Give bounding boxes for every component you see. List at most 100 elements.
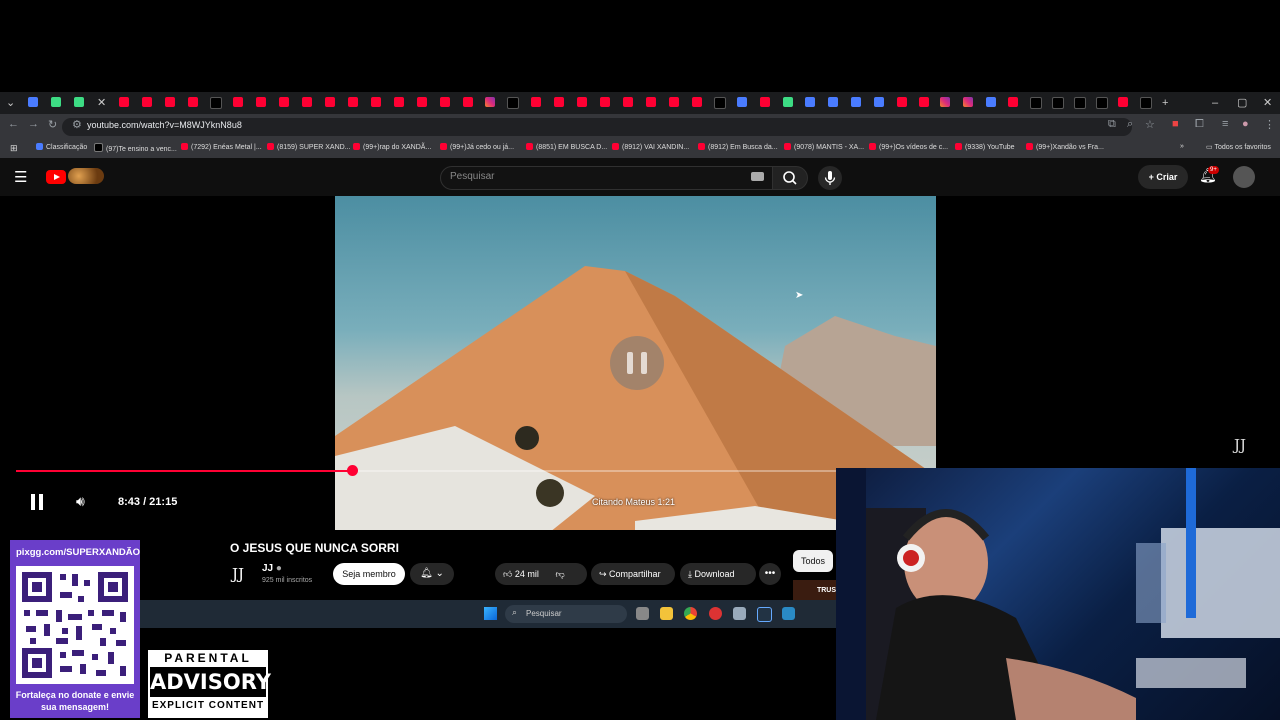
keyboard-icon[interactable] <box>751 172 764 181</box>
bookmark-item[interactable]: (8159) SUPER XAND... <box>267 143 351 151</box>
pause-button[interactable] <box>30 494 44 510</box>
download-button[interactable]: ⤓ Download <box>680 563 756 585</box>
center-pause-button[interactable] <box>610 336 664 390</box>
tab[interactable] <box>142 97 152 107</box>
join-button[interactable]: Seja membro <box>333 563 405 585</box>
tab[interactable] <box>692 97 702 107</box>
voice-search-button[interactable] <box>818 166 842 190</box>
bookmark-item[interactable]: (99+)rap do XANDÃ... <box>353 143 431 151</box>
bookmark-item[interactable]: (99+)Já cedo ou já... <box>440 143 514 151</box>
task-view-icon[interactable] <box>636 607 649 620</box>
tab[interactable] <box>1052 97 1064 109</box>
tab[interactable] <box>986 97 996 107</box>
app-icon[interactable] <box>782 607 795 620</box>
tab[interactable] <box>940 97 950 107</box>
hamburger-menu-icon[interactable]: ☰ <box>14 168 27 186</box>
bookmarks-overflow-icon[interactable]: » <box>1180 143 1184 150</box>
tab[interactable] <box>1140 97 1152 109</box>
tab[interactable] <box>463 97 473 107</box>
tab[interactable] <box>1118 97 1128 107</box>
tab[interactable] <box>507 97 519 109</box>
media-icon[interactable]: ≡ <box>1222 118 1228 130</box>
tab[interactable] <box>531 97 541 107</box>
tab[interactable] <box>554 97 564 107</box>
bookmark-item[interactable]: (97)Te ensino a venc... <box>94 143 177 153</box>
bookmark-item[interactable]: (8912) Em Busca da... <box>698 143 778 151</box>
browser-menu-icon[interactable]: ⋮ <box>1264 118 1275 131</box>
tab[interactable] <box>714 97 726 109</box>
reload-icon[interactable]: ↻ <box>48 118 57 131</box>
tab[interactable] <box>805 97 815 107</box>
install-icon[interactable]: ⧉ <box>1108 118 1116 131</box>
tab[interactable] <box>963 97 973 107</box>
channel-avatar[interactable]: JJ <box>232 565 244 583</box>
extensions-puzzle-icon[interactable]: ⧠ <box>1195 118 1204 131</box>
tab[interactable] <box>348 97 358 107</box>
tab[interactable] <box>600 97 610 107</box>
zoom-icon[interactable]: ⌕ <box>1127 118 1133 131</box>
tab[interactable] <box>1008 97 1018 107</box>
extension-icon[interactable]: ■ <box>1172 118 1179 130</box>
tab[interactable] <box>165 97 175 107</box>
tab[interactable] <box>897 97 907 107</box>
tab[interactable] <box>646 97 656 107</box>
tab[interactable] <box>828 97 838 107</box>
like-count[interactable]: 24 mil <box>515 569 539 579</box>
volume-icon[interactable]: 🔊︎ <box>76 493 85 510</box>
share-button[interactable]: ↪ Compartilhar <box>591 563 675 585</box>
file-explorer-icon[interactable] <box>660 607 673 620</box>
tab[interactable] <box>737 97 747 107</box>
tab[interactable] <box>233 97 243 107</box>
site-info-icon[interactable]: ⚙ <box>72 118 82 131</box>
windows-start-icon[interactable] <box>484 607 497 620</box>
maximize-icon[interactable]: ▢ <box>1237 92 1247 114</box>
taskbar-search[interactable] <box>505 605 627 623</box>
tab[interactable] <box>623 97 633 107</box>
tab[interactable] <box>669 97 679 107</box>
progress-scrubber[interactable] <box>347 465 358 476</box>
tab[interactable] <box>302 97 312 107</box>
bookmark-item[interactable]: (9078) MANTIS - XA... <box>784 143 864 151</box>
tab[interactable] <box>51 97 61 107</box>
bookmark-item[interactable]: (9338) YouTube <box>955 143 1015 151</box>
thumbs-up-icon[interactable]: 👍︎ <box>503 569 512 579</box>
tab[interactable] <box>851 97 861 107</box>
tab[interactable] <box>783 97 793 107</box>
tab[interactable] <box>485 97 495 107</box>
bookmark-star-icon[interactable]: ☆ <box>1145 118 1155 131</box>
tab[interactable] <box>210 97 222 109</box>
tab[interactable] <box>577 97 587 107</box>
channel-name[interactable]: JJ ● <box>262 563 282 574</box>
tab[interactable] <box>119 97 129 107</box>
tab[interactable] <box>371 97 381 107</box>
close-window-icon[interactable]: ✕ <box>1263 92 1272 114</box>
url-text[interactable]: youtube.com/watch?v=M8WJYknN8u8 <box>87 120 242 130</box>
tab[interactable] <box>279 97 289 107</box>
bookmark-item[interactable]: (8912) VAI XANDIN... <box>612 143 689 151</box>
bookmark-item[interactable]: (99+)Os vídeos de c... <box>869 143 948 151</box>
minimize-icon[interactable]: – <box>1212 92 1218 114</box>
tab[interactable] <box>394 97 404 107</box>
bookmark-item[interactable]: Classificação <box>36 143 87 151</box>
tab[interactable] <box>1030 97 1042 109</box>
tab[interactable] <box>417 97 427 107</box>
chrome-icon[interactable] <box>684 607 697 620</box>
tab[interactable] <box>760 97 770 107</box>
youtube-logo-icon[interactable] <box>46 170 66 184</box>
bookmark-item[interactable]: (7292) Enéas Metal |... <box>181 143 262 151</box>
forward-icon[interactable]: → <box>28 118 39 130</box>
avatar[interactable] <box>1233 166 1255 188</box>
tab[interactable] <box>28 97 38 107</box>
more-actions-button[interactable]: ••• <box>759 563 781 585</box>
search-button[interactable] <box>772 166 808 190</box>
tab[interactable] <box>874 97 884 107</box>
channel-watermark[interactable]: JJ <box>1234 436 1246 454</box>
profile-icon[interactable]: ● <box>1242 118 1249 130</box>
tab[interactable] <box>256 97 266 107</box>
subscription-bell-button[interactable]: 🔔︎ ⌄ <box>410 563 454 585</box>
tab[interactable] <box>1074 97 1086 109</box>
all-favorites[interactable]: ▭ Todos os favoritos <box>1206 143 1271 151</box>
youtube-doodle[interactable] <box>68 168 104 184</box>
bookmark-item[interactable]: (8851) EM BUSCA D... <box>526 143 607 151</box>
tab[interactable] <box>188 97 198 107</box>
